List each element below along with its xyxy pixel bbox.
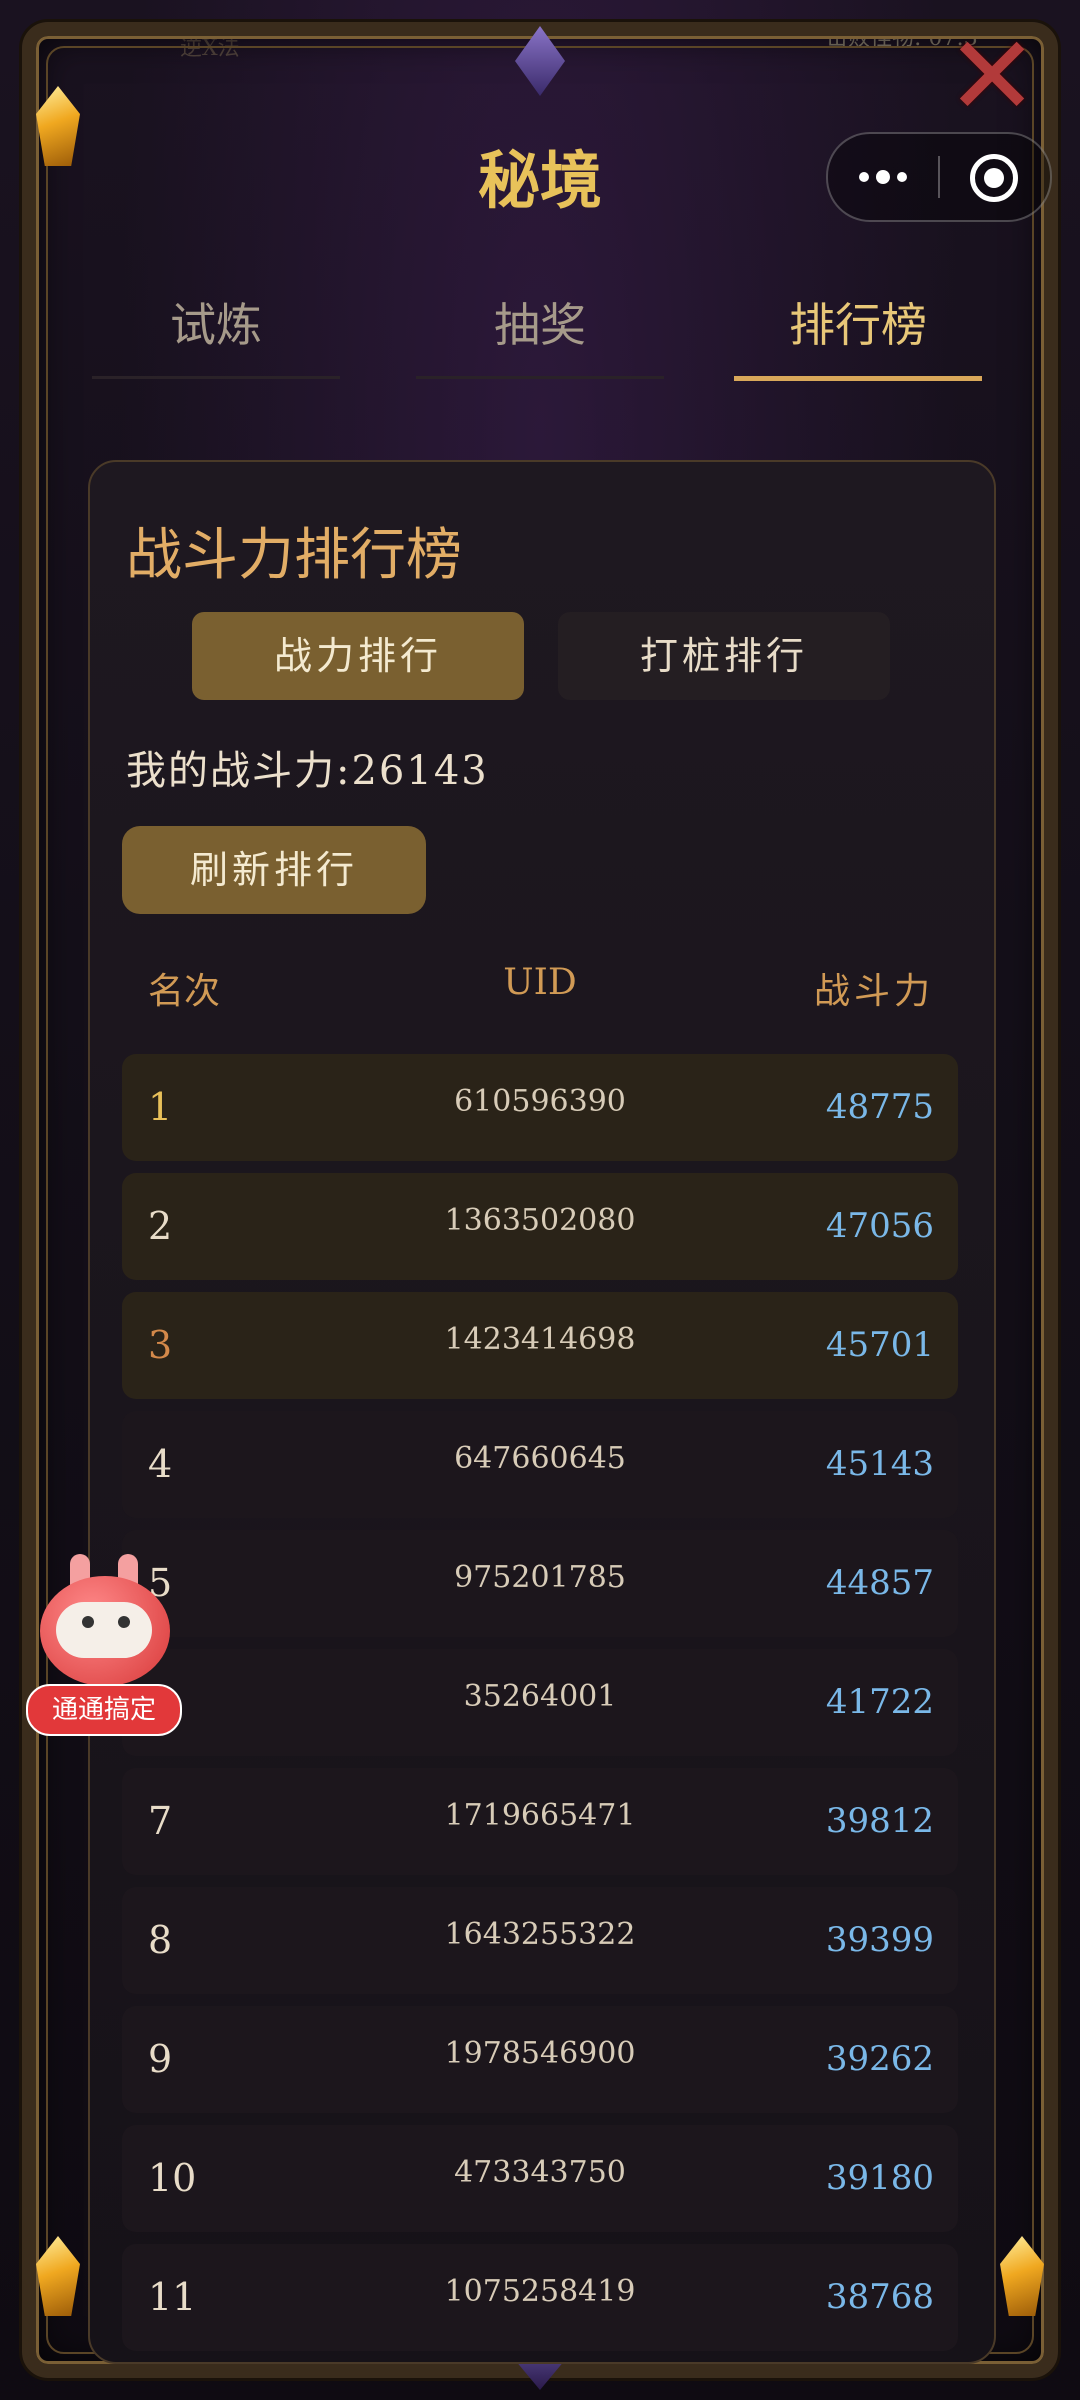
table-row[interactable]: 35264001 6 41722 (122, 1649, 958, 1756)
tab-lottery[interactable]: 抽奖 (416, 290, 664, 379)
rank-cell: 11 (148, 2275, 197, 2319)
tab-leaderboard[interactable]: 排行榜 (734, 290, 982, 381)
power-cell: 45143 (825, 1444, 934, 1484)
table-header: UID 名次 战斗力 (122, 962, 958, 1022)
rank-cell: 4 (148, 1442, 173, 1486)
table-row[interactable]: 647660645 4 45143 (122, 1411, 958, 1518)
column-header-rank: 名次 (148, 971, 221, 1012)
tab-trial[interactable]: 试炼 (92, 290, 340, 379)
power-cell: 44857 (825, 1563, 934, 1603)
more-dots-icon[interactable] (828, 134, 938, 220)
table-row[interactable]: 1423414698 3 45701 (122, 1292, 958, 1399)
mascot-eye (118, 1616, 130, 1628)
leaderboard-panel: 战斗力排行榜 战力排行 打桩排行 我的战斗力:26143 刷新排行 UID 名次… (88, 460, 996, 2364)
power-cell: 39812 (825, 1801, 934, 1841)
power-cell: 39180 (825, 2158, 934, 2198)
floating-helper-button[interactable]: 通通搞定 (26, 1684, 182, 1736)
refresh-ranking-button[interactable]: 刷新排行 (122, 826, 426, 914)
table-row[interactable]: 1363502080 2 47056 (122, 1173, 958, 1280)
power-cell: 39399 (825, 1920, 934, 1960)
rank-cell: 8 (148, 1918, 173, 1962)
power-cell: 39262 (825, 2039, 934, 2079)
column-header-power: 战斗力 (813, 971, 934, 1012)
table-row[interactable]: 610596390 1 48775 (122, 1054, 958, 1161)
mascot-eye (82, 1616, 94, 1628)
table-row[interactable]: 1978546900 9 39262 (122, 2006, 958, 2113)
ranking-list: 610596390 1 48775 1363502080 2 47056 142… (122, 1054, 958, 2362)
my-power: 我的战斗力:26143 (126, 738, 489, 796)
rank-cell: 10 (148, 2156, 197, 2200)
power-cell: 41722 (825, 1682, 934, 1722)
target-circle-icon[interactable] (970, 154, 1018, 202)
table-row[interactable]: 473343750 10 39180 (122, 2125, 958, 2232)
table-row[interactable]: 1719665471 7 39812 (122, 1768, 958, 1875)
table-row[interactable]: 1643255322 8 39399 (122, 1887, 958, 1994)
rank-cell: 2 (148, 1204, 173, 1248)
close-x-icon[interactable]: ✕ (946, 21, 1038, 131)
background-text: 逆Ⅹ法 (180, 36, 240, 61)
segment-dummy-ranking[interactable]: 打桩排行 (558, 612, 890, 700)
rank-cell: 1 (148, 1085, 173, 1129)
mascot-face (56, 1602, 152, 1658)
mini-program-capsule (826, 132, 1052, 222)
power-cell: 38768 (825, 2277, 934, 2317)
my-power-label: 我的战斗力: (126, 748, 352, 794)
table-row[interactable]: 1075258419 11 38768 (122, 2244, 958, 2351)
power-cell: 45701 (825, 1325, 934, 1365)
rank-cell: 9 (148, 2037, 173, 2081)
tab-bar: 试炼 抽奖 排行榜 (0, 290, 1080, 381)
table-row[interactable]: 975201785 5 44857 (122, 1530, 958, 1637)
power-cell: 47056 (825, 1206, 934, 1246)
my-power-value: 26143 (351, 748, 489, 794)
power-cell: 48775 (825, 1087, 934, 1127)
rank-cell: 7 (148, 1799, 173, 1843)
rank-cell: 3 (148, 1323, 173, 1367)
segment-power-ranking[interactable]: 战力排行 (192, 612, 524, 700)
panel-title: 战斗力排行榜 (126, 523, 462, 588)
capsule-divider (938, 156, 940, 198)
